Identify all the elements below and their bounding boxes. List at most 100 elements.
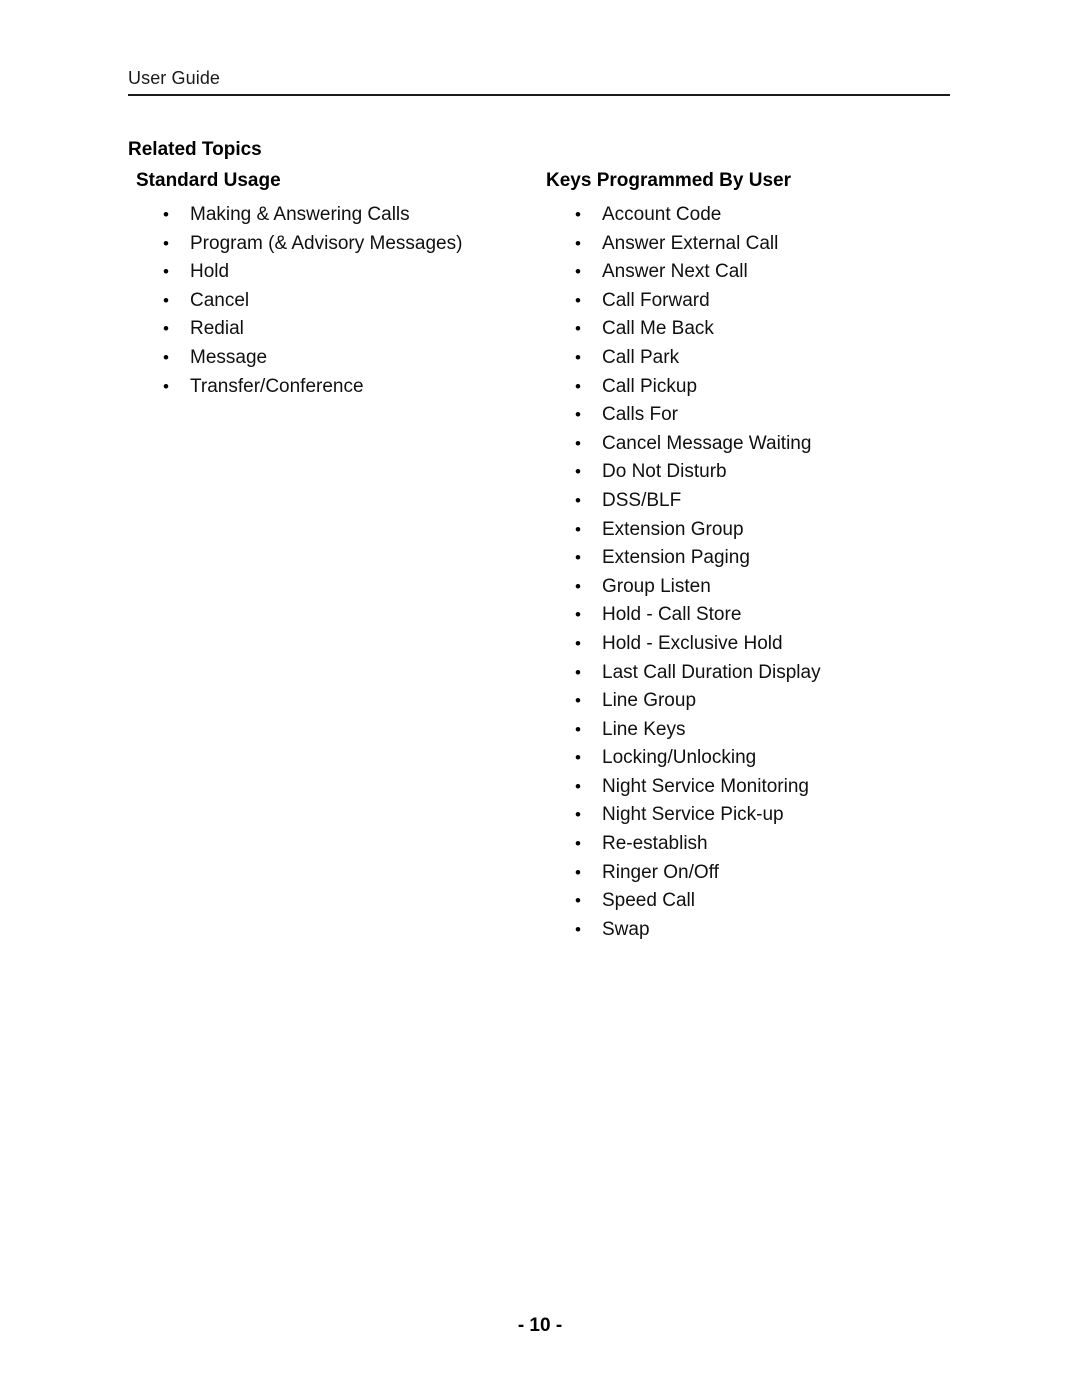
keys-programmed-item-label: Answer Next Call [602, 261, 748, 283]
bullet-icon: • [575, 691, 581, 711]
standard-usage-item-label: Message [190, 346, 268, 368]
keys-programmed-item-label: Do Not Disturb [602, 461, 727, 483]
bullet-icon: • [575, 433, 581, 453]
list-item: • Group Listen [546, 573, 966, 602]
bullet-icon: • [575, 233, 581, 253]
keys-programmed-item-label: Extension Group [602, 518, 744, 540]
list-item: • Swap [546, 916, 966, 945]
bullet-icon: • [575, 805, 581, 825]
section-title-related-topics: Related Topics [128, 139, 262, 160]
keys-programmed-item-label: Line Group [602, 690, 697, 712]
list-item: • Cancel Message Waiting [546, 430, 966, 459]
list-item: • Extension Paging [546, 544, 966, 573]
keys-programmed-item-label: Swap [602, 918, 650, 940]
keys-programmed-item-label: DSS/BLF [602, 489, 682, 511]
standard-usage-list: • Making & Answering Calls • Program (& Adv… [136, 201, 536, 401]
list-item: • Answer External Call [546, 230, 966, 259]
keys-programmed-item-label: Locking/Unlocking [602, 747, 757, 769]
list-item: • Answer Next Call [546, 258, 966, 287]
keys-programmed-item-label: Ringer On/Off [602, 861, 719, 883]
bullet-icon: • [575, 347, 581, 367]
keys-programmed-item-label: Call Forward [602, 289, 710, 311]
keys-programmed-item-label: Speed Call [602, 890, 695, 912]
standard-usage-item-label: Transfer/Conference [190, 375, 364, 397]
list-item: • Speed Call [546, 887, 966, 916]
list-item: • Extension Group [546, 516, 966, 545]
running-header: User Guide [128, 66, 950, 90]
document-page: User Guide Related Topics Standard Usage… [0, 0, 1080, 1397]
bullet-icon: • [163, 233, 169, 253]
bullet-icon: • [163, 347, 169, 367]
list-item: • Hold - Exclusive Hold [546, 630, 966, 659]
list-item: • Night Service Pick-up [546, 801, 966, 830]
keys-programmed-item-label: Account Code [602, 204, 722, 225]
page-footer: - 10 - [0, 1313, 1080, 1339]
standard-usage-item-label: Redial [190, 318, 244, 340]
standard-usage-item-label: Making & Answering Calls [190, 204, 410, 225]
list-item: • Last Call Duration Display [546, 659, 966, 688]
keys-programmed-item-label: Hold - Call Store [602, 604, 742, 626]
list-item: • Hold [136, 258, 536, 287]
list-item: • Call Park [546, 344, 966, 373]
bullet-icon: • [575, 748, 581, 768]
list-item: • Calls For [546, 401, 966, 430]
bullet-icon: • [575, 490, 581, 510]
keys-programmed-item-label: Night Service Pick-up [602, 804, 784, 826]
list-item: • Message [136, 344, 536, 373]
bullet-icon: • [575, 576, 581, 596]
page-number: - 10 - [517, 1315, 563, 1336]
bullet-icon: • [163, 376, 169, 396]
keys-programmed-item-label: Re-establish [602, 833, 708, 855]
list-item: • DSS/BLF [546, 487, 966, 516]
standard-usage-item-label: Cancel [190, 289, 250, 311]
list-item: • Transfer/Conference [136, 373, 536, 402]
bullet-icon: • [163, 205, 169, 224]
standard-usage-item-label: Program (& Advisory Messages) [190, 232, 463, 254]
header-divider-rule [128, 94, 950, 96]
bullet-icon: • [575, 262, 581, 282]
list-item: • Call Pickup [546, 373, 966, 402]
keys-programmed-item-label: Calls For [602, 404, 679, 426]
bullet-icon: • [163, 262, 169, 282]
list-item: • Making & Answering Calls [136, 201, 536, 230]
list-item: • Re-establish [546, 830, 966, 859]
list-item: • Cancel [136, 287, 536, 316]
bullet-icon: • [575, 662, 581, 682]
keys-programmed-item-label: Extension Paging [602, 547, 750, 569]
bullet-icon: • [575, 834, 581, 854]
bullet-icon: • [575, 405, 581, 425]
list-item: • Program (& Advisory Messages) [136, 230, 536, 259]
keys-programmed-item-label: Call Park [602, 346, 680, 368]
bullet-icon: • [575, 462, 581, 482]
standard-usage-item-label: Hold [190, 261, 230, 283]
list-item: • Hold - Call Store [546, 601, 966, 630]
keys-programmed-item-label: Call Pickup [602, 375, 698, 397]
bullet-icon: • [575, 719, 581, 739]
bullet-icon: • [575, 548, 581, 568]
keys-programmed-item-label: Hold - Exclusive Hold [602, 632, 783, 654]
bullet-icon: • [575, 205, 581, 224]
bullet-icon: • [575, 776, 581, 796]
column-heading-standard-usage: Standard Usage [136, 170, 281, 191]
bullet-icon: • [575, 605, 581, 625]
list-item: • Line Keys [546, 716, 966, 745]
keys-programmed-item-label: Line Keys [602, 718, 686, 740]
bullet-icon: • [575, 319, 581, 339]
keys-programmed-item-label: Call Me Back [602, 318, 714, 340]
bullet-icon: • [575, 376, 581, 396]
bullet-icon: • [575, 862, 581, 882]
list-item: • Night Service Monitoring [546, 773, 966, 802]
keys-programmed-item-label: Last Call Duration Display [602, 661, 821, 683]
column-heading-keys-programmed-by-user: Keys Programmed By User [546, 170, 791, 191]
list-item: • Call Forward [546, 287, 966, 316]
bullet-icon: • [575, 891, 581, 911]
list-item: • Redial [136, 315, 536, 344]
list-item: • Call Me Back [546, 315, 966, 344]
list-item: • Account Code [546, 201, 966, 230]
column-standard-usage: Standard Usage • Making & Answering Calls… [136, 168, 536, 401]
keys-programmed-list: • Account Code • Answer External Call • Answe… [546, 201, 966, 944]
list-item: • Line Group [546, 687, 966, 716]
running-header-text: User Guide [128, 68, 221, 88]
keys-programmed-item-label: Cancel Message Waiting [602, 432, 812, 454]
keys-programmed-item-label: Answer External Call [602, 232, 779, 254]
